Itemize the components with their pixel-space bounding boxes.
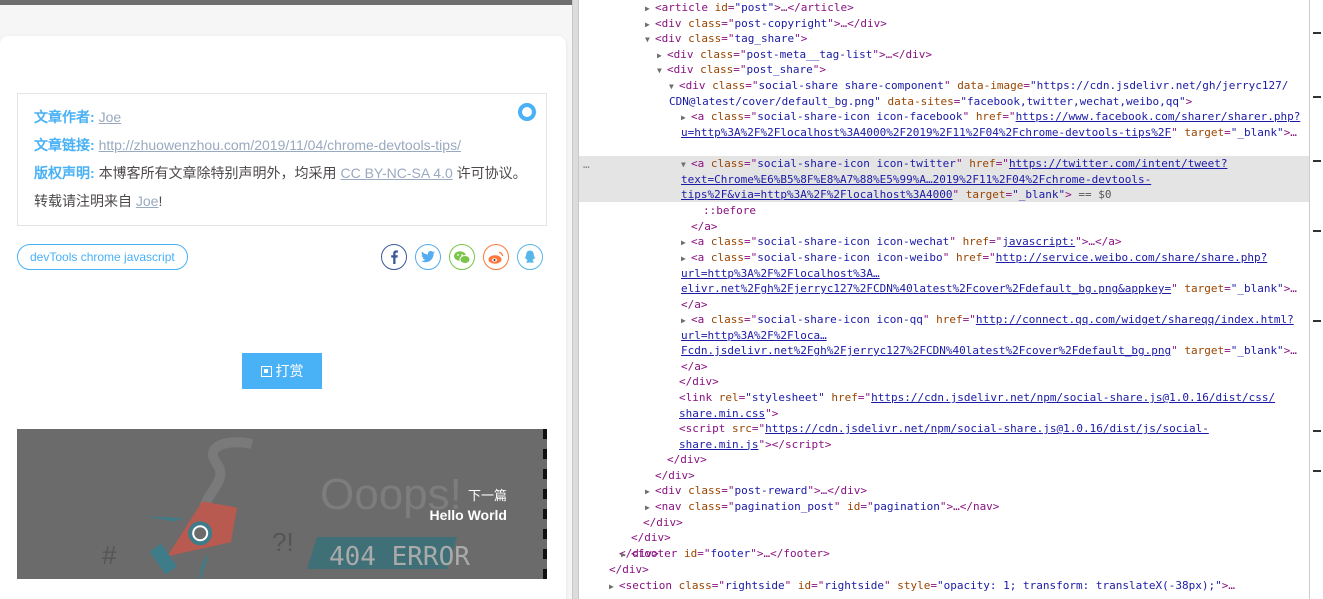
dom-node-qq[interactable]: ▶ <a class="social-share-icon icon-qq" hr… — [579, 312, 1309, 328]
dom-node-weibo-cont2: elivr.net%2Fgh%2Fjerryc127%2FCDN%40lates… — [681, 282, 1297, 295]
svg-text:404 ERROR: 404 ERROR — [329, 542, 470, 572]
screen: 文章作者: Joe 文章链接: http://zhuowenzhou.com/2… — [0, 0, 1323, 599]
close-div-social: </div> — [679, 375, 719, 388]
copyright-circle-icon — [518, 103, 536, 121]
author-link[interactable]: Joe — [99, 109, 122, 125]
copyright-license: 版权声明: 本博客所有文章除特别声明外，均采用 CC BY-NC-SA 4.0 … — [34, 162, 530, 190]
dom-node-facebook-cont: u=http%3A%2F%2Flocalhost%3A4000%2F2019%2… — [681, 125, 1297, 139]
reward-label: 打赏 — [275, 363, 304, 379]
twitter-icon — [421, 251, 435, 263]
close-div-tag-share: </div> — [655, 468, 695, 482]
dom-node-qq-cont2: Fcdn.jsdelivr.net%2Fgh%2Fjerryc127%2FCDN… — [681, 344, 1297, 357]
dom-node-link[interactable]: <link rel="stylesheet" href="https://cdn… — [579, 390, 1309, 406]
share-facebook-button[interactable] — [381, 244, 407, 270]
dom-node-twitter-cont2: tips%2F&via=http%3A%2F%2Flocalhost%3A400… — [681, 188, 1112, 201]
dom-node-tag-list[interactable]: ▶ <div class="post-meta__tag-list">…</div… — [579, 47, 1309, 63]
link-key: 文章链接: — [34, 137, 95, 153]
license-suffix: 许可协议。 — [456, 165, 527, 181]
wechat-icon — [454, 250, 470, 264]
dom-node-social-share-cont: CDN@latest/cover/default_bg.png" data-si… — [669, 94, 1193, 108]
cover-edge-dashes — [543, 429, 547, 579]
dom-node-footer[interactable]: ▶ <footer id="footer">…</footer> — [579, 546, 1309, 562]
styles-pane-edge[interactable] — [1309, 0, 1323, 599]
copyright-link: 文章链接: http://zhuowenzhou.com/2019/11/04/… — [34, 134, 530, 162]
author-key: 文章作者: — [34, 109, 95, 125]
close-a-twitter: </a> — [691, 219, 718, 233]
dom-node-twitter-cont: text=Chrome%E6%B5%8F%E8%A7%88%E5%99%A…20… — [681, 172, 1152, 186]
tag-link[interactable]: devTools chrome javascript — [17, 244, 188, 270]
license-text: 本博客所有文章除特别声明外，均采用 — [98, 165, 337, 181]
top-scroll-bar — [0, 0, 572, 5]
license-link[interactable]: CC BY-NC-SA 4.0 — [340, 165, 452, 181]
qq-icon — [524, 250, 536, 263]
close-div-1: </div> — [643, 515, 683, 529]
next-post-link[interactable]: # ?! Ooops! 404 ERROR 下一篇 Hello World — [17, 429, 547, 579]
dom-node-post-copyright[interactable]: ▶ <div class="post-copyright">…</div> — [579, 16, 1309, 32]
dom-node-social-share[interactable]: ▼ <div class="social-share share-componen… — [579, 78, 1309, 94]
reprint-text: 转载请注明来自 — [34, 193, 132, 209]
share-wechat-button[interactable] — [449, 244, 475, 270]
close-div-post-share: </div> — [667, 453, 707, 466]
reward-button[interactable]: 打赏 — [242, 353, 322, 389]
copyright-author: 文章作者: Joe — [34, 106, 530, 134]
next-post-title: Hello World — [429, 507, 507, 523]
license-key: 版权声明: — [34, 165, 95, 181]
svg-text:?!: ?! — [272, 527, 294, 557]
svg-text:#: # — [102, 540, 117, 570]
dom-node-script-cont: share.min.js"></script> — [679, 437, 832, 451]
share-qq-button[interactable] — [517, 244, 543, 270]
next-post-cover-image: # ?! Ooops! 404 ERROR — [17, 429, 547, 579]
close-a-qq: </a> — [681, 359, 708, 373]
post-copyright: 文章作者: Joe 文章链接: http://zhuowenzhou.com/2… — [17, 93, 547, 226]
dom-node-weibo-cont: url=http%3A%2F%2Flocalhost%3A… — [681, 266, 880, 280]
devtools-elements-panel: ▶ <article id="post">…</article> ▶ <div cl… — [579, 0, 1309, 599]
page-viewport: 文章作者: Joe 文章链接: http://zhuowenzhou.com/2… — [0, 0, 572, 599]
dom-node-article[interactable]: ▶ <article id="post">…</article> — [579, 0, 1309, 16]
dom-node-pagination[interactable]: ▶ <nav class="pagination_post" id="pagina… — [579, 499, 1309, 515]
next-post-label: 下一篇 — [467, 488, 507, 503]
weibo-icon — [488, 251, 504, 264]
reprint-suffix: ! — [158, 193, 163, 209]
dom-node-twitter[interactable]: ▼ <a class="social-share-icon icon-twitte… — [579, 156, 1309, 172]
qrcode-icon — [260, 365, 272, 377]
close-div-4: </div> — [609, 562, 649, 576]
pseudo-before[interactable]: ::before — [579, 203, 1309, 219]
dom-node-facebook[interactable]: ▶ <a class="social-share-icon icon-facebo… — [579, 109, 1309, 125]
dom-node-rightside[interactable]: ▶ <section class="rightside" id="rightsid… — [579, 578, 1309, 594]
dom-node-script[interactable]: <script src="https://cdn.jsdelivr.net/np… — [579, 421, 1309, 437]
dom-node-post-reward[interactable]: ▶ <div class="post-reward">…</div> — [579, 483, 1309, 499]
copyright-reprint: 转载请注明来自 Joe! — [34, 190, 530, 218]
share-twitter-button[interactable] — [415, 244, 441, 270]
close-a-weibo: </a> — [681, 297, 708, 311]
dom-node-qq-cont: url=http%3A%2F%2Floca… — [681, 328, 827, 342]
dom-node-tag-share[interactable]: ▼ <div class="tag_share"> — [579, 31, 1309, 47]
dom-node-wechat[interactable]: ▶ <a class="social-share-icon icon-wechat… — [579, 234, 1309, 250]
facebook-icon — [391, 250, 398, 264]
dom-node-post-share[interactable]: ▼ <div class="post_share"> — [579, 62, 1309, 78]
close-div-2: </div> — [631, 531, 671, 544]
panel-divider[interactable] — [572, 0, 579, 599]
reprint-link[interactable]: Joe — [136, 193, 159, 209]
post-url-link[interactable]: http://zhuowenzhou.com/2019/11/04/chrome… — [99, 137, 461, 153]
dom-node-weibo[interactable]: ▶ <a class="social-share-icon icon-weibo"… — [579, 250, 1309, 266]
dom-node-link-cont: share.min.css"> — [679, 406, 779, 420]
share-weibo-button[interactable] — [483, 244, 509, 270]
